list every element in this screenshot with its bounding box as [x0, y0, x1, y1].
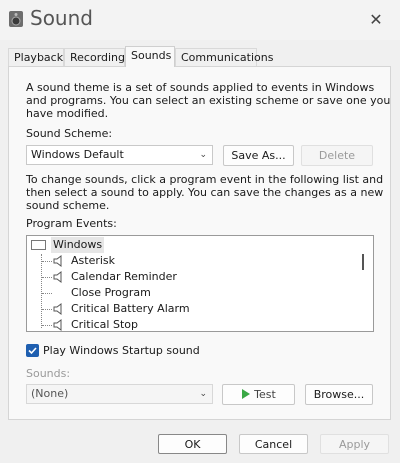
intro-line-1: A sound theme is a set of sounds applied…	[26, 81, 375, 94]
play-icon	[242, 389, 251, 399]
sound-scheme-label: Sound Scheme:	[26, 127, 113, 140]
list-item[interactable]: Close Program	[27, 285, 357, 301]
apply-button[interactable]: Apply	[320, 434, 389, 454]
title-bar: Sound ✕	[0, 0, 400, 40]
window-icon	[31, 240, 46, 250]
browse-button[interactable]: Browse...	[305, 384, 373, 405]
list-item[interactable]: Asterisk	[27, 253, 357, 269]
list-item[interactable]: Calendar Reminder	[27, 269, 357, 285]
speaker-icon	[9, 11, 23, 27]
program-events-list[interactable]: Windows Asterisk Calendar Reminder Close…	[26, 235, 374, 332]
close-icon[interactable]: ✕	[366, 10, 386, 30]
instructions-line-3: sound scheme.	[26, 199, 110, 212]
list-item[interactable]: Windows	[27, 237, 357, 253]
startup-sound-label: Play Windows Startup sound	[43, 344, 200, 357]
tab-sounds[interactable]: Sounds	[125, 46, 175, 67]
list-item[interactable]: Critical Battery Alarm	[27, 301, 357, 317]
cancel-button[interactable]: Cancel	[239, 434, 308, 454]
chevron-down-icon: ⌄	[199, 150, 207, 160]
chevron-down-icon: ⌄	[199, 389, 207, 399]
tree-branch	[42, 325, 52, 326]
intro-line-3: have modified.	[26, 107, 109, 120]
sounds-label: Sounds:	[26, 367, 71, 380]
speaker-icon	[53, 303, 62, 315]
test-button[interactable]: Test	[222, 384, 295, 405]
ok-button[interactable]: OK	[158, 434, 227, 454]
instructions-line-2: then select a sound to apply. You can sa…	[26, 186, 384, 199]
sound-scheme-select[interactable]: Windows Default ⌄	[26, 145, 213, 165]
event-label: Critical Stop	[71, 318, 138, 331]
scrollbar[interactable]	[362, 254, 364, 270]
sound-scheme-value: Windows Default	[31, 148, 124, 161]
instructions-line-1: To change sounds, click a program event …	[26, 173, 384, 186]
window-title: Sound	[30, 6, 93, 30]
delete-button[interactable]: Delete	[301, 145, 373, 166]
intro-line-2: and programs. You can select an existing…	[26, 94, 391, 107]
tab-recording[interactable]: Recording	[64, 48, 125, 66]
tree-branch	[42, 277, 52, 278]
speaker-icon	[53, 255, 62, 267]
event-label: Critical Battery Alarm	[71, 302, 190, 315]
event-label: Asterisk	[71, 254, 116, 267]
tree-branch	[42, 309, 52, 310]
event-label: Close Program	[71, 286, 151, 299]
sound-select[interactable]: (None) ⌄	[26, 384, 213, 404]
save-as-button[interactable]: Save As...	[223, 145, 294, 166]
startup-sound-checkbox[interactable]	[26, 344, 39, 357]
event-label: Windows	[51, 237, 105, 253]
test-label: Test	[254, 388, 276, 401]
speaker-icon	[53, 271, 62, 283]
event-label: Calendar Reminder	[71, 270, 177, 283]
tree-branch	[42, 293, 52, 294]
list-item[interactable]: Critical Stop	[27, 317, 357, 331]
tab-communications[interactable]: Communications	[175, 48, 273, 66]
tab-playback[interactable]: Playback	[8, 48, 64, 66]
check-icon	[28, 347, 37, 355]
program-events-label: Program Events:	[26, 217, 117, 230]
speaker-icon	[53, 319, 62, 331]
tree-branch	[42, 261, 52, 262]
sound-value: (None)	[31, 387, 69, 400]
